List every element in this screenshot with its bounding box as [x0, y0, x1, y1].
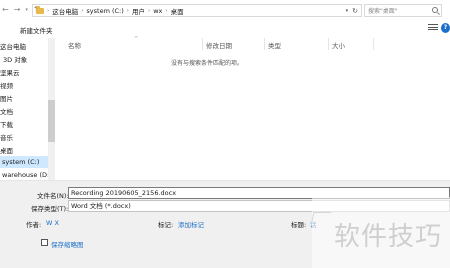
chevron-down-icon[interactable]: ▾	[346, 8, 349, 14]
search-icon	[432, 7, 438, 13]
nav-item-label: 下载	[0, 121, 13, 129]
nav-item-label: 桌面	[0, 147, 13, 155]
crumb-users[interactable]: 用户	[132, 6, 145, 16]
watermark-logo	[310, 212, 332, 226]
nav-item-desktop[interactable]: 桌面	[0, 144, 48, 156]
chevron-right-icon: ›	[126, 7, 129, 14]
title-label: 标题:	[291, 221, 307, 229]
sort-caret-icon: ^	[134, 36, 139, 42]
nav-item-videos[interactable]: 视频	[0, 79, 48, 91]
tags-label: 标记:	[158, 221, 174, 229]
save-thumbnail-checkbox[interactable]	[41, 239, 48, 246]
recent-dropdown-icon[interactable]: ▾	[25, 7, 28, 13]
address-bar: ← → ▾ ↑ › 这台电脑 › system (C:) › 用户 › wx ›…	[0, 0, 450, 20]
new-folder-button[interactable]: 新建文件夹	[20, 25, 53, 35]
nav-item-3d-objects[interactable]: 3D 对象	[0, 53, 48, 65]
refresh-icon[interactable]: ↻	[352, 7, 358, 15]
column-name[interactable]: 名称	[68, 40, 81, 50]
nav-item-label: 这台电脑	[0, 43, 26, 51]
column-divider[interactable]	[202, 38, 203, 50]
column-type[interactable]: 类型	[268, 40, 281, 50]
nav-item-label: 坚果云	[0, 69, 20, 77]
filetype-label: 保存类型(T):	[31, 205, 69, 213]
folder-icon	[36, 6, 44, 14]
navigation-pane: 这台电脑 3D 对象 坚果云 视频 图片 文档 下载 音乐 桌面 system …	[0, 38, 55, 180]
nav-item-label: 视频	[0, 82, 13, 90]
back-arrow-icon[interactable]: ←	[2, 5, 9, 14]
chevron-right-icon: ›	[81, 7, 84, 14]
column-divider[interactable]	[373, 38, 374, 50]
nav-item-pictures[interactable]: 图片	[0, 92, 48, 104]
crumb-drive[interactable]: system (C:)	[86, 7, 123, 15]
command-bar: 新建文件夹 ?	[0, 20, 450, 38]
nav-item-label: 音乐	[0, 134, 13, 142]
nav-item-this-pc[interactable]: 这台电脑	[0, 40, 48, 52]
nav-item-music[interactable]: 音乐	[0, 131, 48, 143]
empty-results-message: 没有与搜索条件匹配的项。	[170, 60, 243, 67]
column-divider[interactable]	[264, 38, 265, 50]
view-options-icon[interactable]	[428, 24, 438, 33]
filename-label: 文件名(N):	[37, 192, 69, 200]
column-header: ^ 名称 修改日期 类型 大小	[62, 36, 374, 50]
chevron-right-icon: ›	[147, 7, 151, 14]
nav-item-label: 3D 对象	[3, 56, 28, 64]
crumb-user[interactable]: wx	[153, 7, 162, 15]
column-divider[interactable]	[328, 38, 329, 50]
nav-item-label: 文档	[0, 108, 13, 116]
path-breadcrumb[interactable]: › 这台电脑 › system (C:) › 用户 › wx › 桌面 ▾ ↻	[32, 4, 362, 17]
crumb-desktop[interactable]: 桌面	[171, 6, 184, 16]
column-size[interactable]: 大小	[332, 40, 345, 50]
nav-item-system-c[interactable]: system (C:)	[0, 156, 48, 168]
nav-scrollbar-thumb[interactable]	[48, 100, 55, 142]
column-date-modified[interactable]: 修改日期	[206, 40, 232, 50]
chevron-right-icon: ›	[47, 7, 50, 14]
crumb-this-pc[interactable]: 这台电脑	[52, 6, 78, 16]
chevron-right-icon: ›	[165, 7, 168, 14]
nav-item-warehouse-d[interactable]: warehouse (D:)	[0, 169, 52, 180]
author-value[interactable]: W X	[46, 219, 59, 227]
nav-item-documents[interactable]: 文档	[0, 105, 48, 117]
help-icon[interactable]: ?	[441, 23, 450, 33]
watermark-text: 软件技巧	[334, 222, 443, 252]
save-thumbnail-label[interactable]: 保存缩略图	[51, 239, 84, 249]
nav-item-downloads[interactable]: 下载	[0, 118, 48, 130]
search-placeholder: 搜索"桌面"	[368, 8, 398, 15]
path-actions: ▾ ↻	[346, 5, 361, 16]
nav-item-nutstore[interactable]: 坚果云	[0, 66, 48, 78]
nav-item-label: system (C:)	[2, 158, 40, 166]
nav-item-label: warehouse (D:)	[2, 171, 52, 179]
tags-value[interactable]: 添加标记	[178, 219, 204, 229]
forward-arrow-icon[interactable]: →	[14, 5, 21, 14]
author-label: 作者:	[26, 221, 42, 229]
search-input[interactable]: 搜索"桌面"	[364, 4, 442, 17]
nav-scrollbar[interactable]	[48, 38, 55, 180]
nav-item-label: 图片	[0, 95, 13, 103]
